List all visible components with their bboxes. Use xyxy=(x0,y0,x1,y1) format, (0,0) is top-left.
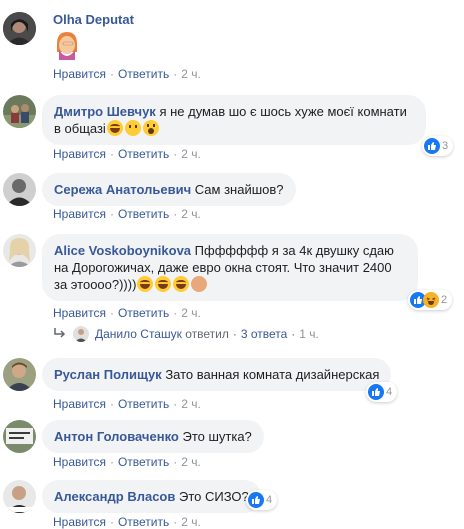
reply-link[interactable]: Ответить xyxy=(118,147,169,161)
comment-author[interactable]: Антон Головаченко xyxy=(54,429,179,444)
like-link[interactable]: Нравится xyxy=(53,455,106,469)
timestamp[interactable]: 2 ч. xyxy=(181,147,201,161)
neutral-face-emoji-icon xyxy=(124,120,141,136)
comment-actions: Нравится · Ответить · 2 ч. xyxy=(53,455,201,469)
comment-actions: Нравится · Ответить · 2 ч. xyxy=(53,147,201,161)
comment-bubble: Антон Головаченко Это шутка? xyxy=(42,420,264,453)
avatar[interactable] xyxy=(3,95,36,128)
laughing-emoji-icon xyxy=(173,276,190,292)
comment-actions: Нравится · Ответить · 2 ч. xyxy=(53,397,201,411)
reply-link[interactable]: Ответить xyxy=(118,306,169,320)
facepalm-emoji-icon xyxy=(191,276,208,292)
like-link[interactable]: Нравится xyxy=(53,397,106,411)
like-link[interactable]: Нравится xyxy=(53,147,106,161)
comment-author[interactable]: Olha Deputat xyxy=(53,12,134,27)
reaction-count[interactable]: 3 xyxy=(422,136,454,156)
avatar[interactable] xyxy=(3,234,36,267)
comment-author[interactable]: Александр Власов xyxy=(54,489,175,504)
comment-bubble: Сережа Анатольевич Сам знайшов? xyxy=(42,173,296,206)
comment-bubble: Александр Власов Это СИЗО? xyxy=(42,480,261,513)
view-replies[interactable]: Данило Сташук ответил · 3 ответа · 1 ч. xyxy=(53,326,319,342)
like-link[interactable]: Нравится xyxy=(53,207,106,221)
like-link[interactable]: Нравится xyxy=(53,67,106,81)
laughing-emoji-icon xyxy=(137,276,154,292)
reply-link[interactable]: Ответить xyxy=(118,455,169,469)
timestamp[interactable]: 2 ч. xyxy=(181,397,201,411)
comment-author[interactable]: Сережа Анатольевич xyxy=(54,182,191,197)
like-icon xyxy=(424,138,440,154)
like-link[interactable]: Нравится xyxy=(53,306,106,320)
comment: Сережа Анатольевич Сам знайшов? Нравится… xyxy=(0,170,464,226)
comment: Руслан Полищук Зато ванная комната дизай… xyxy=(0,355,464,415)
reply-count[interactable]: 3 ответа xyxy=(241,327,287,341)
avatar[interactable] xyxy=(3,173,36,206)
avatar[interactable] xyxy=(3,358,36,391)
avatar[interactable] xyxy=(3,480,36,513)
reply-arrow-icon xyxy=(53,327,67,342)
comment: Александр Власов Это СИЗО? 4 Нравится · От… xyxy=(0,478,464,529)
reply-link[interactable]: Ответить xyxy=(118,397,169,411)
like-icon xyxy=(368,384,384,400)
comment-actions: Нравится · Ответить · 2 ч. xyxy=(53,306,201,320)
comment-text: Это шутка? xyxy=(182,429,252,444)
comment-text: Это СИЗО? xyxy=(178,489,249,504)
timestamp[interactable]: 2 ч. xyxy=(181,67,201,81)
reaction-count[interactable]: 4 xyxy=(246,490,278,510)
reply-author[interactable]: Данило Сташук xyxy=(95,327,182,341)
comment-actions: Нравится · Ответить · 2 ч. xyxy=(53,515,201,529)
reply-avatar xyxy=(73,326,89,342)
surprised-emoji-icon xyxy=(142,120,159,136)
comment-text: Сам знайшов? xyxy=(194,182,284,197)
comment: Alice Voskoboynikova Пфффффф я за 4к дву… xyxy=(0,230,464,348)
timestamp[interactable]: 2 ч. xyxy=(181,455,201,469)
comment: Olha Deputat Нравится · Ответить · 2 ч. xyxy=(0,0,464,84)
avatar[interactable] xyxy=(3,12,36,45)
laughing-emoji-icon xyxy=(106,120,123,136)
comment-author[interactable]: Дмитро Шевчук xyxy=(54,104,156,119)
laughing-emoji-icon xyxy=(155,276,172,292)
comment-bubble: Alice Voskoboynikova Пфффффф я за 4к дву… xyxy=(42,234,418,301)
reply-link[interactable]: Ответить xyxy=(118,207,169,221)
comment-text: Зато ванная комната дизайнерская xyxy=(165,367,380,382)
sticker-image xyxy=(53,30,81,60)
timestamp[interactable]: 2 ч. xyxy=(181,306,201,320)
comment-bubble: Дмитро Шевчук я не думав шо є шось хуже … xyxy=(42,95,426,145)
timestamp[interactable]: 2 ч. xyxy=(181,515,201,529)
like-link[interactable]: Нравится xyxy=(53,515,106,529)
comment-actions: Нравится · Ответить · 2 ч. xyxy=(53,207,201,221)
like-icon xyxy=(248,492,264,508)
comment: Антон Головаченко Это шутка? Нравится · От… xyxy=(0,418,464,472)
reaction-count[interactable]: 4 xyxy=(366,382,398,402)
comment-bubble: Руслан Полищук Зато ванная комната дизай… xyxy=(42,358,392,391)
reaction-count[interactable]: 2 xyxy=(408,290,453,310)
avatar[interactable] xyxy=(3,420,36,453)
reply-link[interactable]: Ответить xyxy=(118,515,169,529)
timestamp[interactable]: 2 ч. xyxy=(181,207,201,221)
comment-author[interactable]: Alice Voskoboynikova xyxy=(54,243,191,258)
comment-actions: Нравится · Ответить · 2 ч. xyxy=(53,67,201,81)
comment: Дмитро Шевчук я не думав шо є шось хуже … xyxy=(0,90,464,165)
haha-icon xyxy=(423,292,439,308)
reply-link[interactable]: Ответить xyxy=(118,67,169,81)
comment-author[interactable]: Руслан Полищук xyxy=(54,367,162,382)
